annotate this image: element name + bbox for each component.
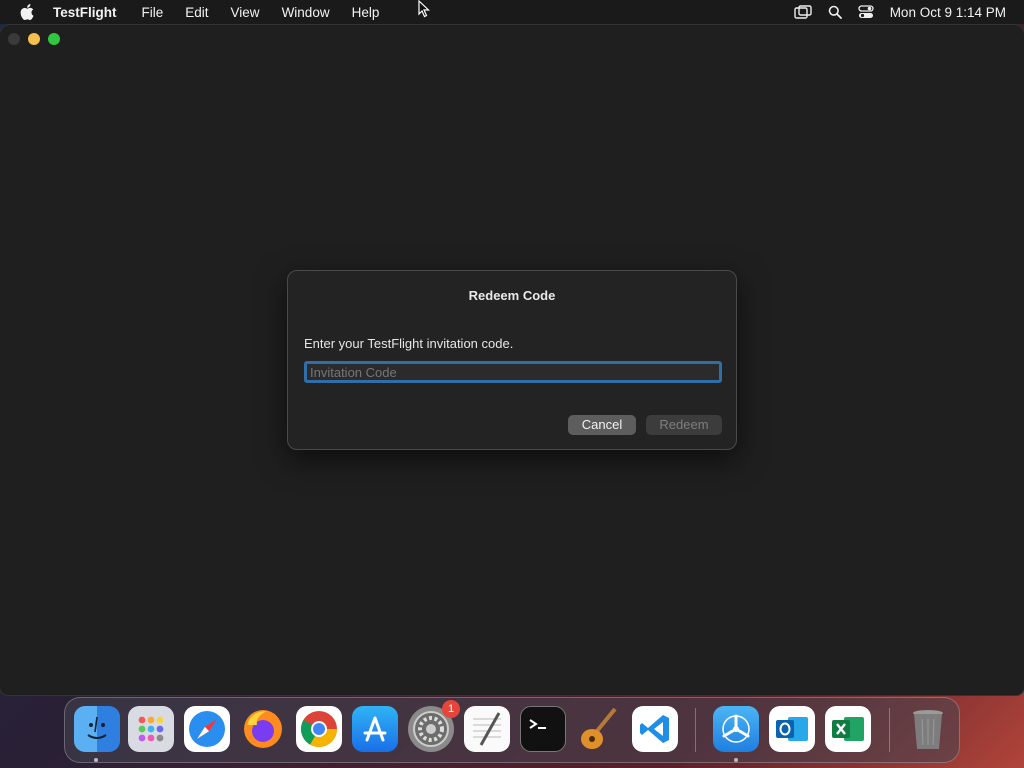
dialog-title: Redeem Code — [468, 288, 556, 303]
menu-bar: TestFlight File Edit View Window Help Mo… — [0, 0, 1024, 24]
app-store-icon[interactable] — [352, 706, 398, 752]
trash-icon[interactable] — [905, 706, 951, 752]
menu-view[interactable]: View — [231, 5, 260, 20]
excel-icon[interactable] — [825, 706, 871, 752]
close-window-button[interactable] — [8, 33, 20, 45]
invitation-code-input[interactable] — [304, 361, 722, 383]
launchpad-icon[interactable] — [128, 706, 174, 752]
dock-separator — [695, 708, 696, 752]
menu-window[interactable]: Window — [282, 5, 330, 20]
textedit-icon[interactable] — [464, 706, 510, 752]
dock: 1 — [64, 697, 960, 763]
testflight-running-indicator — [734, 758, 738, 762]
mouse-cursor-icon — [418, 0, 431, 23]
screen-mirroring-icon[interactable] — [793, 5, 812, 19]
redeem-code-dialog: Redeem Code Enter your TestFlight invita… — [287, 270, 737, 450]
menu-clock[interactable]: Mon Oct 9 1:14 PM — [890, 5, 1006, 20]
chrome-icon[interactable] — [296, 706, 342, 752]
control-center-icon[interactable] — [858, 5, 874, 19]
finder-running-indicator — [94, 758, 98, 762]
redeem-button[interactable]: Redeem — [646, 415, 722, 435]
vscode-icon[interactable] — [632, 706, 678, 752]
menu-app-name[interactable]: TestFlight — [53, 5, 117, 20]
maximize-window-button[interactable] — [48, 33, 60, 45]
firefox-icon[interactable] — [240, 706, 286, 752]
menu-edit[interactable]: Edit — [185, 5, 208, 20]
terminal-icon[interactable] — [520, 706, 566, 752]
spotlight-search-icon[interactable] — [828, 5, 842, 19]
guitar-icon[interactable] — [576, 706, 622, 752]
dock-separator — [889, 708, 890, 752]
window-controls — [8, 33, 68, 45]
menu-help[interactable]: Help — [352, 5, 380, 20]
apple-menu-icon[interactable] — [20, 4, 34, 20]
testflight-icon[interactable] — [713, 706, 759, 752]
safari-icon[interactable] — [184, 706, 230, 752]
minimize-window-button[interactable] — [28, 33, 40, 45]
menu-file[interactable]: File — [142, 5, 164, 20]
gear-icon[interactable]: 1 — [408, 700, 460, 752]
cancel-button[interactable]: Cancel — [568, 415, 636, 435]
outlook-icon[interactable] — [769, 706, 815, 752]
dialog-prompt: Enter your TestFlight invitation code. — [304, 336, 514, 351]
settings-notification-badge: 1 — [442, 700, 460, 718]
finder-icon[interactable] — [74, 706, 120, 752]
